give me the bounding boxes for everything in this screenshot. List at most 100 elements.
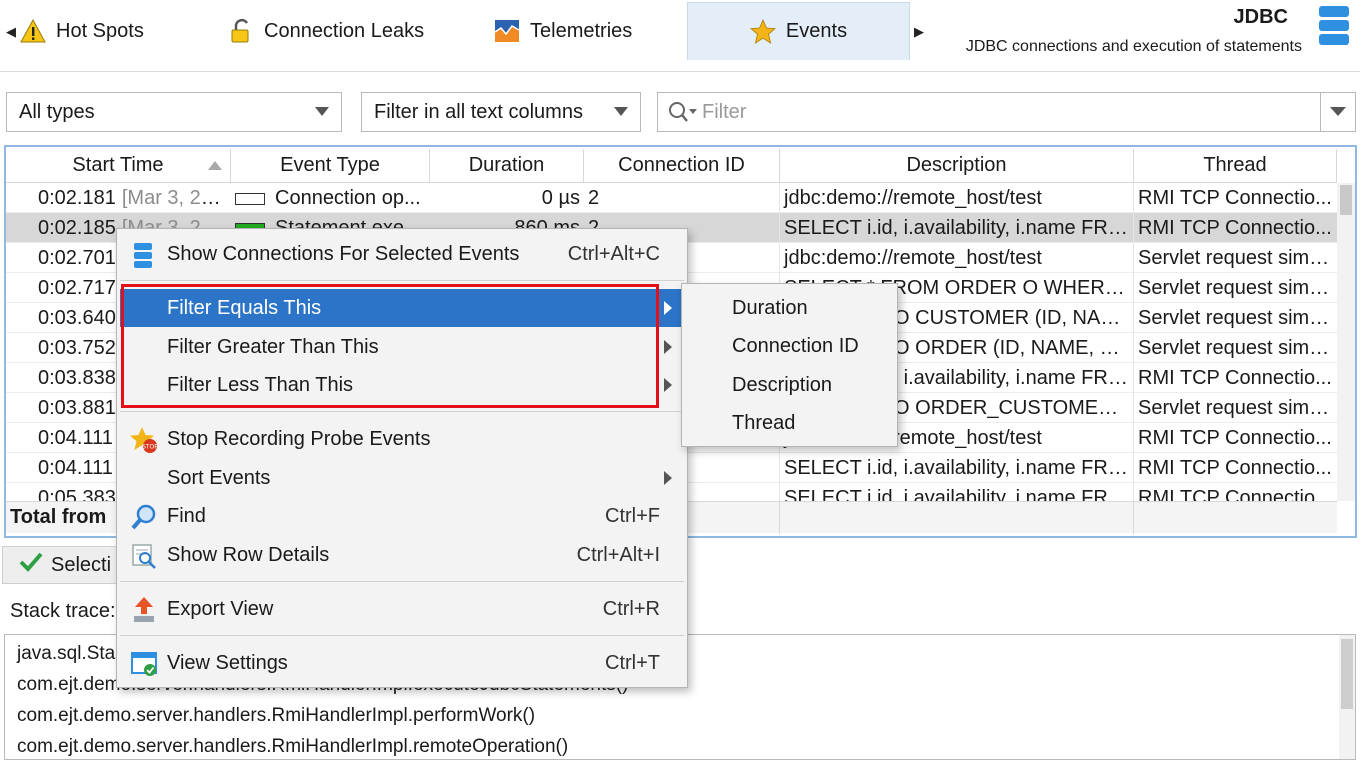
filter-history-chevron-down-icon[interactable] (1330, 107, 1346, 116)
tab-events[interactable]: Events (687, 2, 910, 60)
cell-thread: RMI TCP Connectio... (1138, 457, 1332, 479)
stack-trace-line[interactable]: com.ejt.demo.server.handlers.RmiHandlerI… (17, 705, 535, 727)
menu-item-show-row-details[interactable]: Show Row Details Ctrl+Alt+I (120, 536, 684, 574)
submenu-item-thread[interactable]: Thread (732, 412, 795, 435)
column-header-start-time[interactable]: Start Time (6, 149, 231, 183)
start-time-value: 0:03.838 (38, 367, 116, 389)
menu-item-sort-events[interactable]: Sort Events (120, 459, 684, 497)
filter-column-select[interactable]: Filter in all text columns (361, 92, 641, 132)
database-icon (1318, 4, 1350, 48)
cell-event-type: Connection op... (231, 183, 430, 213)
cell-thread: Servlet request simu... (1138, 397, 1337, 419)
scrollbar-thumb[interactable] (1341, 639, 1353, 709)
menu-item-shortcut: Ctrl+T (605, 651, 660, 674)
column-header-label: Connection ID (618, 154, 745, 176)
start-time-value: 0:02.185 (38, 217, 116, 239)
menu-separator (120, 411, 684, 412)
open-lock-icon (228, 18, 254, 44)
view-tab-bar: ◀ Hot Spots Connection Leaks Telemetries… (0, 0, 1360, 72)
tab-label: Connection Leaks (264, 19, 425, 42)
column-header-duration[interactable]: Duration (430, 149, 584, 183)
menu-item-view-settings[interactable]: View Settings Ctrl+T (120, 644, 684, 682)
submenu-arrow-icon (664, 378, 672, 392)
cell-description: SELECT i.id, i.availability, i.name FRO.… (784, 457, 1134, 479)
menu-item-label: Find (167, 504, 206, 527)
filter-input[interactable]: Filter (657, 92, 1356, 132)
sort-ascending-icon (208, 161, 222, 170)
submenu-item-duration[interactable]: Duration (732, 297, 808, 320)
cell-thread: Servlet request simu... (1138, 247, 1337, 269)
menu-item-shortcut: Ctrl+Alt+C (567, 242, 660, 265)
filter-items-highlight-frame (121, 284, 659, 408)
cell-start-time: 0:02.181 [Mar 3, 20... (6, 183, 231, 213)
stack-trace-line[interactable]: com.ejt.demo.server.handlers.RmiHandlerI… (17, 736, 568, 758)
menu-item-label: Export View (167, 597, 274, 620)
star-icon (749, 18, 776, 45)
table-vertical-scrollbar[interactable] (1337, 183, 1355, 501)
column-header-label: Event Type (280, 154, 380, 176)
cell-description: jdbc:demo://remote_host/test (784, 187, 1042, 209)
column-header-label: Thread (1203, 154, 1267, 176)
cell-description: jdbc:demo://remote_host/test (784, 247, 1042, 269)
telemetry-chart-icon (494, 18, 520, 44)
menu-item-shortcut: Ctrl+F (605, 504, 660, 527)
checkmark-icon (19, 551, 43, 579)
scrollbar-thumb[interactable] (1340, 185, 1352, 215)
cell-thread: RMI TCP Connectio... (1138, 187, 1332, 209)
chevron-down-icon (315, 107, 329, 116)
menu-item-export-view[interactable]: Export View Ctrl+R (120, 590, 684, 628)
selection-toggle-label: Selecti (51, 553, 112, 576)
tab-hot-spots[interactable]: Hot Spots (20, 2, 210, 60)
magnifier-icon (130, 503, 158, 531)
start-time-value: 0:02.717 (38, 277, 116, 299)
view-title: JDBC (1233, 6, 1288, 28)
column-header-label: Description (906, 154, 1007, 176)
start-time-value: 0:03.752 (38, 337, 116, 359)
menu-item-show-connections[interactable]: Show Connections For Selected Events Ctr… (120, 235, 684, 273)
tab-label: Events (785, 20, 848, 42)
view-settings-icon (130, 650, 158, 678)
column-header-description[interactable]: Description (780, 149, 1134, 183)
connections-icon (130, 241, 158, 269)
column-header-label: Duration (468, 154, 545, 176)
start-date-value: [Mar 3, 20... (121, 187, 229, 209)
stack-trace-line[interactable]: java.sql.Sta (17, 643, 115, 665)
scroll-tabs-right-icon[interactable]: ▶ (914, 24, 924, 40)
tab-label: Hot Spots (56, 19, 144, 42)
row-details-icon (130, 542, 158, 570)
column-header-event-type[interactable]: Event Type (231, 149, 430, 183)
menu-item-stop-recording[interactable]: STOP Stop Recording Probe Events (120, 420, 684, 458)
total-row-label: Total from (10, 506, 107, 528)
menu-item-label: Show Connections For Selected Events (167, 242, 520, 265)
cell-thread: RMI TCP Connectio... (1138, 217, 1332, 239)
cell-thread: RMI TCP Connectio... (1138, 427, 1332, 449)
menu-item-label: Sort Events (167, 466, 271, 489)
stop-recording-icon: STOP (130, 426, 158, 454)
menu-separator (120, 581, 684, 582)
menu-item-shortcut: Ctrl+Alt+I (576, 543, 660, 566)
menu-item-find[interactable]: Find Ctrl+F (120, 497, 684, 535)
tab-telemetries[interactable]: Telemetries (494, 2, 674, 60)
submenu-arrow-icon (664, 471, 672, 485)
column-header-connection-id[interactable]: Connection ID (584, 149, 780, 183)
menu-separator (120, 635, 684, 636)
submenu-item-description[interactable]: Description (732, 374, 832, 397)
filter-equals-submenu: Duration Connection ID Description Threa… (681, 283, 898, 447)
stack-trace-scrollbar[interactable] (1339, 635, 1355, 759)
scroll-tabs-left-icon[interactable]: ◀ (6, 24, 16, 40)
event-type-select-value: All types (19, 100, 95, 123)
event-type-select[interactable]: All types (6, 92, 342, 132)
submenu-arrow-icon (664, 301, 672, 315)
submenu-item-connection-id[interactable]: Connection ID (732, 335, 859, 358)
cell-thread: Servlet request simu... (1138, 277, 1337, 299)
cell-duration: 0 µs (541, 187, 580, 209)
cell-description: SELECT i.id, i.availability, i.name FRO.… (784, 217, 1134, 239)
column-header-thread[interactable]: Thread (1134, 149, 1337, 183)
event-type-value: Connection op... (275, 187, 421, 209)
column-divider (1133, 183, 1134, 501)
table-row[interactable]: 0:02.181 [Mar 3, 20... Connection op... 0 µ… (6, 183, 1337, 213)
warning-icon (20, 18, 46, 44)
tab-connection-leaks[interactable]: Connection Leaks (228, 2, 458, 60)
column-header-label: Start Time (72, 154, 164, 176)
start-time-value: 0:03.640 (38, 307, 116, 329)
